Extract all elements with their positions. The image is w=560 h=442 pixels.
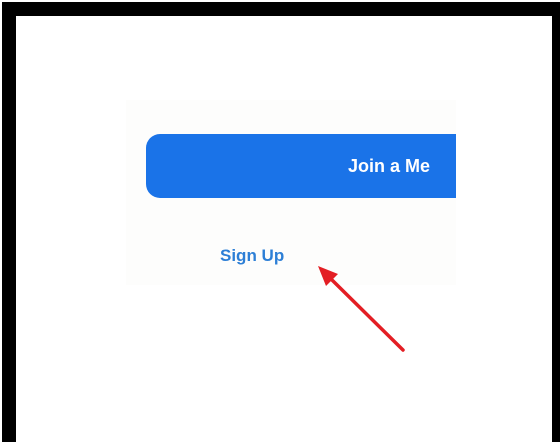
join-meeting-button[interactable]: Join a Me [146,134,456,198]
cropped-app-region: Join a Me [126,100,456,285]
sign-up-link[interactable]: Sign Up [220,246,284,266]
